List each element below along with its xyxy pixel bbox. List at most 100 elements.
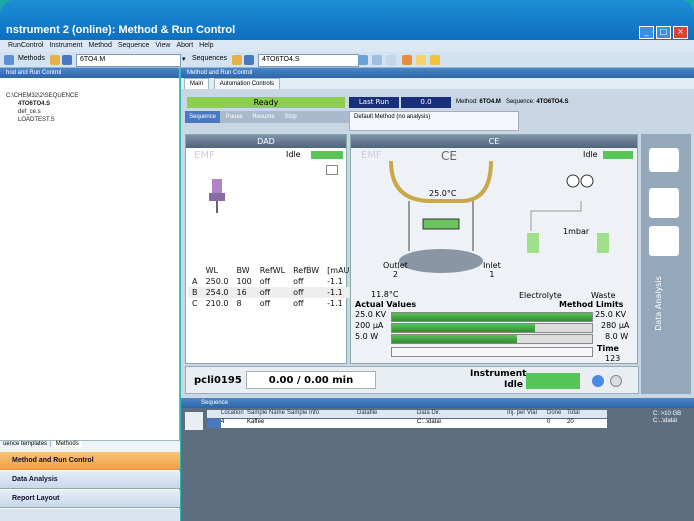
sequence-label: Sequence: [505, 99, 535, 105]
resume-button[interactable]: Resume [248, 114, 278, 120]
help-icon[interactable] [430, 55, 440, 65]
nav-report-layout[interactable]: Report Layout [0, 490, 180, 508]
tab-automation-controls[interactable]: Automation Controls [213, 78, 281, 89]
tree-item[interactable]: LOADTEST.S [6, 116, 179, 124]
row-selector[interactable] [207, 419, 221, 428]
start-icon[interactable] [358, 55, 368, 65]
tab-methods[interactable]: Methods [52, 441, 82, 447]
info-icon[interactable] [416, 55, 426, 65]
menu-method[interactable]: Method [89, 40, 112, 52]
ce-header: CE [351, 135, 637, 148]
method-limits-label: Method Limits [559, 300, 624, 309]
tree-item[interactable]: def_ce.s [6, 108, 179, 116]
menu-help[interactable]: Help [199, 40, 213, 52]
menu-runcontrol[interactable]: RunControl [8, 40, 43, 52]
column-header: Done [547, 410, 562, 416]
tab-main[interactable]: Main [184, 78, 210, 89]
balance-icon[interactable] [649, 188, 679, 218]
table-cell: off [259, 288, 271, 297]
sequence-combo[interactable]: 4TO6TO4.S [258, 54, 359, 67]
minimize-button[interactable]: _ [639, 26, 654, 39]
table-header: RefBW [293, 266, 320, 275]
save-sequence-icon[interactable] [244, 55, 254, 65]
pause-button[interactable]: Pause [222, 114, 247, 120]
table-cell: C:..\data\ [417, 419, 442, 425]
tree-root[interactable]: C:\CHEM32\2\SEQUENCE [6, 92, 179, 100]
method-toolbar-icon[interactable] [4, 55, 14, 65]
tray-temp: 11.8°C [371, 290, 399, 299]
sequence-area: Location Sample Name Sample Info Datafil… [181, 408, 694, 521]
ce-emf: EMF [361, 150, 382, 161]
power-icon[interactable] [610, 375, 622, 387]
time-gauge [391, 347, 593, 357]
sequence-nav-icon[interactable] [185, 412, 203, 430]
menu-bar: RunControl Instrument Method Sequence Vi… [0, 40, 694, 52]
maximize-button[interactable]: □ [656, 26, 671, 39]
menu-view[interactable]: View [155, 40, 170, 52]
window-controls: _ □ × [639, 26, 688, 39]
menu-instrument[interactable]: Instrument [49, 40, 82, 52]
current-limit: 280 µA [601, 321, 630, 330]
load-method-icon[interactable] [50, 55, 60, 65]
table-header [188, 265, 202, 276]
table-cell: 20 [567, 419, 574, 425]
outlet-name: Outlet [383, 261, 408, 270]
last-run-value: 0.0 [401, 97, 451, 108]
current-actual: 200 µA [355, 321, 384, 330]
table-header: BW [236, 266, 250, 275]
menu-abort[interactable]: Abort [176, 40, 193, 52]
dad-chart-icon[interactable] [326, 165, 338, 175]
inlet-label: Inlet 1 [483, 261, 501, 279]
stop-button[interactable]: Stop [280, 114, 300, 120]
save-method-icon[interactable] [62, 55, 72, 65]
sequence-toolbar-icon[interactable]: ▾ [182, 55, 186, 63]
last-run-label: Last Run [349, 97, 399, 108]
table-cell: B [192, 288, 198, 297]
dad-emf: EMF [194, 150, 215, 161]
actual-values-label: Actual Values [355, 300, 417, 309]
close-button[interactable]: × [673, 26, 688, 39]
menu-sequence[interactable]: Sequence [118, 40, 150, 52]
sequence-button[interactable]: Sequence [185, 111, 221, 123]
waste-label: Waste [591, 291, 616, 300]
gauge-fill [392, 313, 592, 321]
load-sequence-icon[interactable] [232, 55, 242, 65]
title-bar: nstrument 2 (online): Method & Run Contr… [0, 0, 694, 40]
layout-icon[interactable] [386, 55, 396, 65]
tree-item[interactable]: 4TO6TO4.S [6, 100, 179, 108]
view-icon[interactable] [372, 55, 382, 65]
column-header: Datafile [357, 410, 378, 416]
power-gauge [391, 334, 593, 344]
help-icon[interactable] [592, 375, 604, 387]
chromatogram-icon[interactable] [649, 148, 679, 172]
methods-label: Methods [18, 55, 45, 62]
instrument-state: Idle [504, 380, 523, 390]
table-cell: off [293, 299, 304, 308]
report-icon[interactable] [649, 226, 679, 256]
disk-space: C: >10 GB [653, 411, 682, 417]
column-header: Sample Name [247, 410, 286, 416]
table-cell: 16 [236, 288, 247, 297]
table-cell: off [259, 299, 271, 308]
method-name: 6TO4.M [479, 99, 501, 105]
data-path: C:..\data\ [653, 418, 678, 424]
tab-sequence-templates[interactable]: uence templates [0, 441, 52, 447]
sequence-table-header: Location Sample Name Sample Info Datafil… [207, 410, 607, 418]
toolbar: Methods 6TO4.M ▾ Sequences 4TO6TO4.S [0, 52, 694, 68]
table-header: RefWL [259, 266, 286, 275]
method-combo[interactable]: 6TO4.M [76, 54, 181, 67]
table-cell: off [293, 288, 304, 297]
power-limit: 8.0 W [605, 332, 629, 341]
report-icon[interactable] [402, 55, 412, 65]
nav-method-and-run-control[interactable]: Method and Run Control [0, 452, 180, 470]
ce-state: Idle [583, 150, 598, 159]
data-analysis-label: Data Analysis [653, 276, 663, 331]
voltage-limit: 25.0 KV [595, 310, 627, 319]
main-tabs: Main Automation Controls [181, 78, 694, 89]
time-label: Time [597, 344, 619, 353]
nav-data-analysis[interactable]: Data Analysis [0, 471, 180, 489]
table-row[interactable]: 4 Kaffee C:..\data\ 0 20 [207, 419, 607, 428]
sequence-tree: C:\CHEM32\2\SEQUENCE 4TO6TO4.S def_ce.s … [0, 78, 179, 124]
run-status-bar: pcli0195 0.00 / 0.00 min Instrument Idle [185, 366, 639, 394]
table-cell: C [192, 299, 198, 308]
